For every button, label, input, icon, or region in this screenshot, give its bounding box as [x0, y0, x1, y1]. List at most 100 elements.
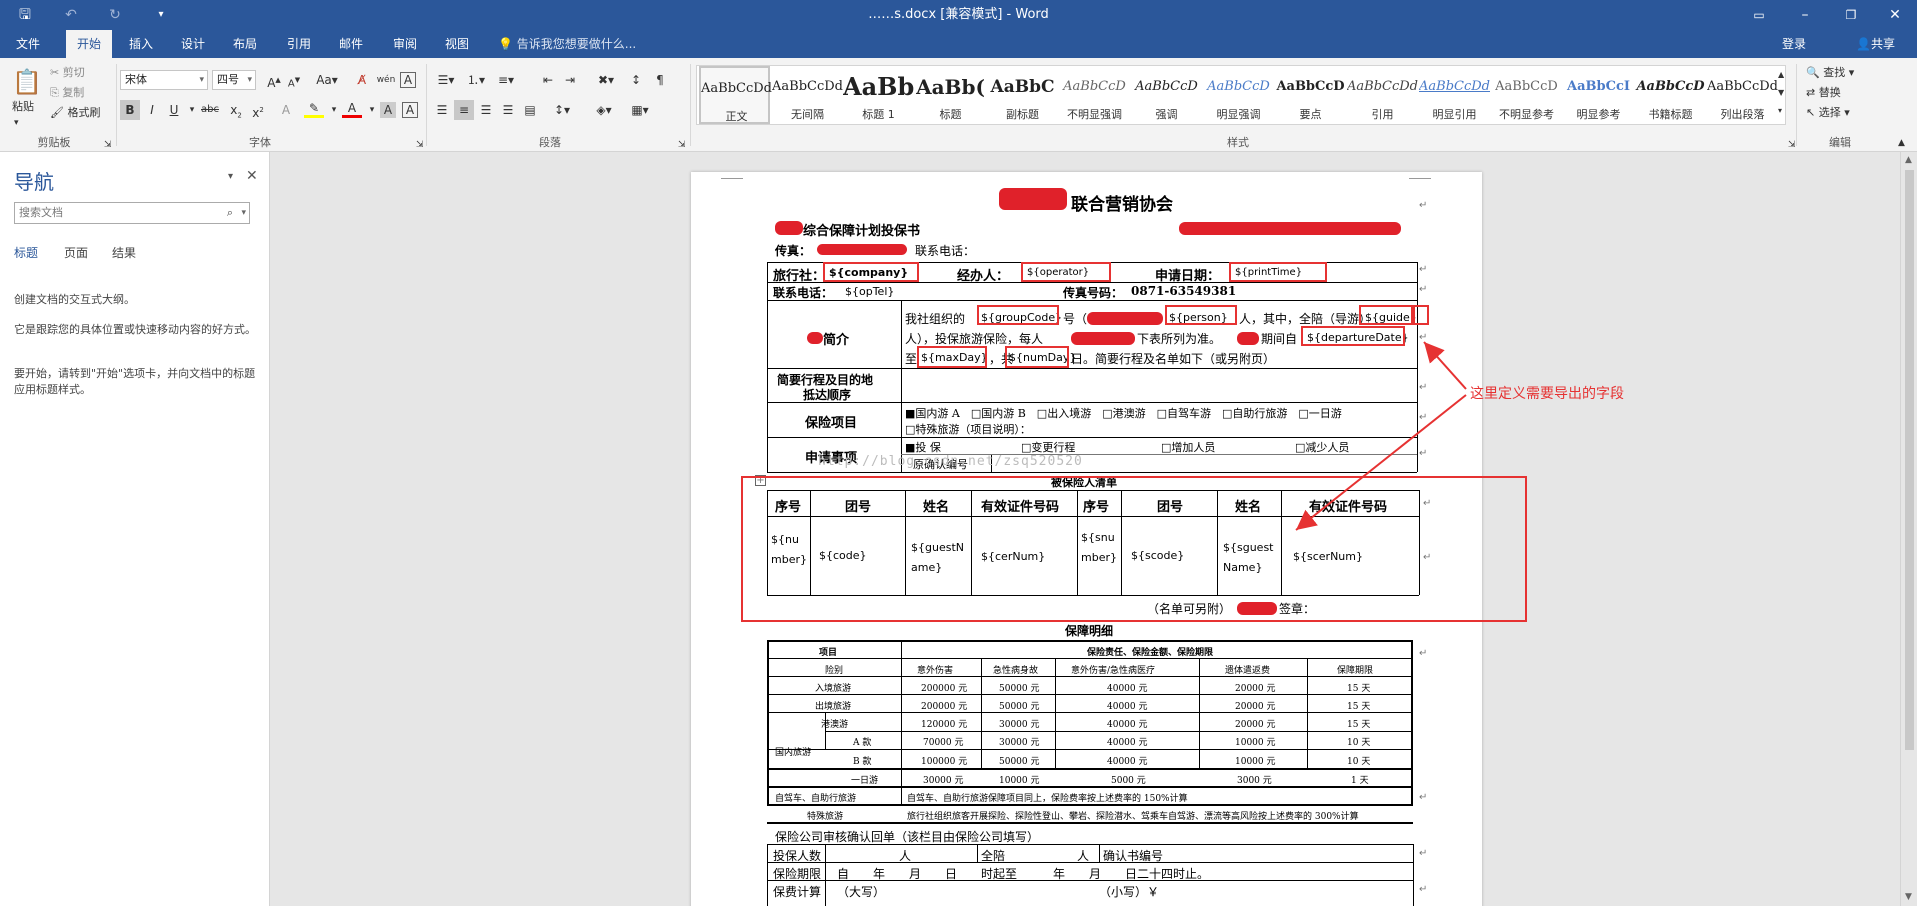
grow-font-icon[interactable]: A▲ — [264, 70, 284, 90]
shading-icon[interactable]: ◈▾ — [590, 100, 618, 120]
bold-icon[interactable]: B — [120, 100, 140, 120]
tab-insert[interactable]: 插入 — [118, 30, 164, 58]
share-button[interactable]: 👤共享 — [1856, 30, 1895, 58]
style-intense-quote[interactable]: AaBbCcDd 明显引用 — [1419, 66, 1490, 124]
option-reduce[interactable]: □减少人员 — [1295, 439, 1349, 455]
paste-dropdown-icon[interactable]: ▾ — [14, 114, 19, 132]
align-center-icon[interactable]: ≡ — [454, 100, 474, 120]
style-no-spacing[interactable]: AaBbCcDd 无间隔 — [772, 66, 843, 124]
clear-format-icon[interactable]: A̸ — [352, 70, 372, 90]
line-spacing-icon[interactable]: ↕▾ — [548, 100, 576, 120]
style-strong[interactable]: AaBbCcD 要点 — [1275, 66, 1346, 124]
show-marks-icon[interactable]: ¶ — [650, 70, 670, 90]
increase-indent-icon[interactable]: ⇥ — [560, 70, 580, 90]
collapse-ribbon-icon[interactable]: ▲ — [1898, 134, 1905, 152]
doc-title[interactable]: 联合营销协会 — [1071, 190, 1173, 215]
tab-review[interactable]: 审阅 — [382, 30, 428, 58]
styles-scroll-down-icon[interactable]: ▼ — [1778, 84, 1784, 102]
find-button[interactable]: 🔍 查找 ▾ — [1806, 64, 1854, 82]
cut-button[interactable]: ✂ 剪切 — [50, 64, 85, 82]
scroll-down-icon[interactable]: ▼ — [1905, 892, 1912, 902]
shrink-font-icon[interactable]: A▼ — [284, 70, 304, 90]
font-color-icon[interactable]: A — [342, 100, 362, 118]
style-intense-reference[interactable]: AaBbCcI 明显参考 — [1563, 66, 1634, 124]
tab-results[interactable]: 结果 — [112, 244, 136, 261]
bullets-icon[interactable]: ☰▾ — [432, 70, 460, 90]
chevron-down-icon[interactable]: ▾ — [241, 203, 246, 223]
style-intense-emphasis[interactable]: AaBbCcD 明显强调 — [1203, 66, 1274, 124]
restore-button[interactable]: ❐ — [1828, 0, 1874, 30]
styles-scroll-up-icon[interactable]: ▲ — [1778, 66, 1784, 84]
align-right-icon[interactable]: ☰ — [476, 100, 496, 120]
phonetic-guide-icon[interactable]: wén — [376, 70, 396, 90]
vertical-scrollbar[interactable]: ▲ ▼ — [1900, 152, 1917, 906]
align-left-icon[interactable]: ☰ — [432, 100, 452, 120]
format-painter-button[interactable]: 🖌 格式刷 — [50, 104, 100, 122]
option-insure[interactable]: ■投 保 — [905, 439, 941, 455]
tab-references[interactable]: 引用 — [276, 30, 322, 58]
chinese-layout-icon[interactable]: ✖▾ — [592, 70, 620, 90]
style-quote[interactable]: AaBbCcDd 引用 — [1347, 66, 1418, 124]
style-emphasis[interactable]: AaBbCcD 强调 — [1131, 66, 1202, 124]
style-subtitle[interactable]: AaBbC 副标题 — [987, 66, 1058, 124]
decrease-indent-icon[interactable]: ⇤ — [538, 70, 558, 90]
sort-icon[interactable]: ↕ — [626, 70, 646, 90]
tell-me-box[interactable]: 💡 告诉我您想要做什么... — [498, 30, 636, 58]
numbering-icon[interactable]: ⒈▾ — [462, 70, 490, 90]
close-icon[interactable]: ✕ — [246, 168, 258, 184]
highlight-dropdown-icon[interactable]: ▾ — [324, 100, 344, 120]
styles-more-icon[interactable]: ▾ — [1778, 102, 1782, 120]
multilevel-list-icon[interactable]: ≡▾ — [492, 70, 520, 90]
char-border-icon[interactable]: A — [402, 102, 418, 118]
tab-pages[interactable]: 页面 — [64, 244, 88, 261]
insurance-special[interactable]: □特殊旅游（项目说明）： — [905, 421, 1031, 437]
paste-icon[interactable]: 📋 — [12, 66, 42, 98]
close-button[interactable]: ✕ — [1872, 0, 1917, 30]
sign-in-link[interactable]: 登录 — [1782, 30, 1806, 58]
tab-layout[interactable]: 布局 — [222, 30, 268, 58]
tab-view[interactable]: 视图 — [434, 30, 480, 58]
option-change[interactable]: □变更行程 — [1021, 439, 1075, 455]
style-book-title[interactable]: AaBbCcD 书籍标题 — [1635, 66, 1706, 124]
style-title[interactable]: AaBb( 标题 — [915, 66, 986, 124]
option-add[interactable]: □增加人员 — [1161, 439, 1215, 455]
underline-dropdown-icon[interactable]: ▾ — [182, 100, 202, 120]
style-list-paragraph[interactable]: AaBbCcDd 列出段落 — [1707, 66, 1778, 124]
tab-headings[interactable]: 标题 — [14, 244, 38, 261]
tab-home[interactable]: 开始 — [66, 30, 112, 58]
italic-icon[interactable]: I — [142, 100, 162, 120]
ribbon-display-icon[interactable]: ▭ — [1736, 0, 1782, 30]
borders-icon[interactable]: ▦▾ — [626, 100, 654, 120]
tab-file[interactable]: 文件 — [6, 30, 50, 58]
document-page[interactable]: 联合营销协会 综合保障计划投保书 传真： 联系电话： 旅行社： ${compan… — [691, 172, 1527, 906]
tab-design[interactable]: 设计 — [170, 30, 216, 58]
style-heading-1[interactable]: AaBb 标题 1 — [843, 66, 914, 124]
style-subtle-emphasis[interactable]: AaBbCcD 不明显强调 — [1059, 66, 1130, 124]
underline-icon[interactable]: U — [164, 100, 184, 120]
copy-button[interactable]: ⎘ 复制 — [50, 84, 84, 102]
change-case-icon[interactable]: Aa▾ — [312, 70, 342, 90]
highlight-icon[interactable]: ✎ — [304, 100, 324, 118]
strikethrough-icon[interactable]: abc — [200, 100, 220, 120]
subscript-icon[interactable]: x2 — [226, 100, 246, 120]
distributed-icon[interactable]: ▤ — [520, 100, 540, 120]
insurance-options[interactable]: ■国内游 A □国内游 B □出入境游 □港澳游 □自驾车游 □自助行旅游 □一… — [905, 405, 1342, 421]
enclose-char-icon[interactable]: A — [400, 72, 416, 88]
superscript-icon[interactable]: x2 — [248, 100, 268, 120]
field-op-tel[interactable]: ${opTel} — [845, 285, 894, 298]
scrollbar-thumb[interactable] — [1905, 170, 1914, 750]
style-normal[interactable]: AaBbCcDd 正文 — [699, 66, 772, 124]
search-icon[interactable]: ⌕ — [227, 203, 233, 223]
font-size-combo[interactable]: 四号 ▾ — [212, 70, 256, 90]
minimize-button[interactable]: – — [1782, 0, 1828, 30]
scroll-up-icon[interactable]: ▲ — [1905, 155, 1912, 165]
nav-search-input[interactable]: 搜索文档 ⌕ ▾ — [14, 202, 250, 224]
style-subtle-reference[interactable]: AaBbCcD 不明显参考 — [1491, 66, 1562, 124]
justify-icon[interactable]: ☰ — [498, 100, 518, 120]
text-effects-icon[interactable]: A — [276, 100, 296, 120]
doc-subtitle[interactable]: 综合保障计划投保书 — [803, 220, 920, 239]
replace-button[interactable]: ⇄ 替换 — [1806, 84, 1841, 102]
tab-mailings[interactable]: 邮件 — [328, 30, 374, 58]
char-shading-icon[interactable]: A — [380, 102, 396, 118]
nav-options-icon[interactable]: ▾ — [228, 171, 233, 182]
